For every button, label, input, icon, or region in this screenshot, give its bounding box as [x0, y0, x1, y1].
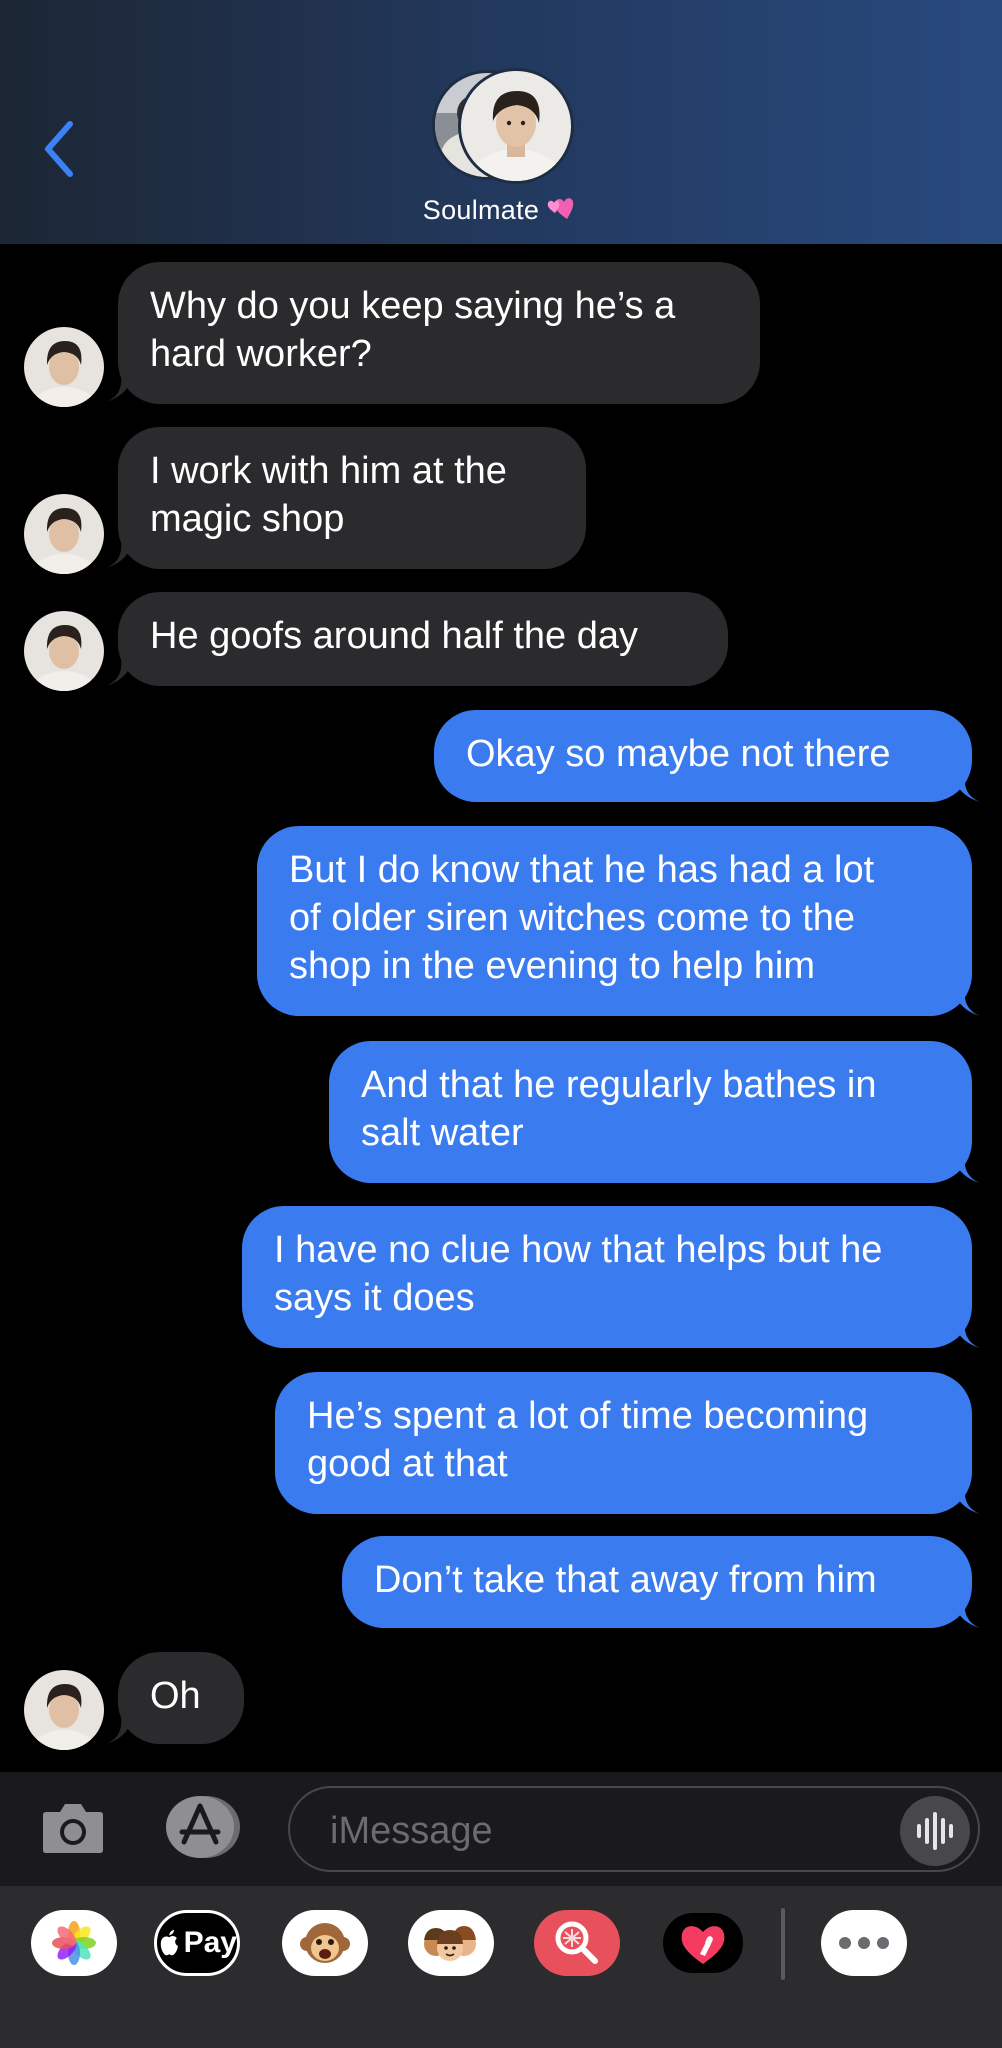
sender-avatar — [24, 611, 104, 691]
outgoing-bubble-tail — [952, 1149, 980, 1183]
outgoing-bubble-tail — [952, 768, 980, 802]
sender-avatar — [24, 327, 104, 407]
outgoing-bubble-tail — [952, 982, 980, 1016]
outgoing-bubble-tail — [952, 1480, 980, 1514]
incoming-bubble-tail — [106, 368, 134, 402]
more-apps-icon[interactable] — [821, 1910, 907, 1976]
incoming-message-bubble[interactable]: He goofs around half the day — [118, 592, 728, 686]
outgoing-message-bubble[interactable]: He’s spent a lot of time becoming good a… — [275, 1372, 972, 1514]
contact-name-label: Soulmate — [422, 195, 540, 225]
photos-app-icon[interactable] — [31, 1910, 117, 1976]
outgoing-message-bubble[interactable]: I have no clue how that helps but he say… — [242, 1206, 972, 1348]
apple-pay-app-icon[interactable]: Pay — [154, 1910, 240, 1976]
apple-logo-icon — [160, 1929, 178, 1956]
two-hearts-icon — [545, 193, 579, 230]
conversation-header: Soulmate — [0, 0, 1002, 244]
message-composer: iMessage — [0, 1772, 1002, 1886]
images-search-icon[interactable] — [534, 1910, 620, 1976]
incoming-bubble-tail — [106, 652, 134, 686]
digital-touch-icon[interactable] — [660, 1910, 746, 1976]
outgoing-message-bubble[interactable]: Okay so maybe not there — [434, 710, 972, 802]
incoming-message-bubble[interactable]: Why do you keep saying he’s a hard worke… — [118, 262, 760, 404]
voice-waveform-icon[interactable] — [900, 1796, 970, 1866]
outgoing-message-bubble[interactable]: But I do know that he has had a lot of o… — [257, 826, 972, 1016]
contact-avatar — [458, 68, 574, 184]
outgoing-bubble-tail — [952, 1594, 980, 1628]
outgoing-bubble-tail — [952, 1314, 980, 1348]
drawer-divider — [781, 1908, 785, 1980]
app-store-icon[interactable] — [160, 1794, 242, 1860]
app-drawer: Pay — [0, 1886, 1002, 2048]
contact-name[interactable]: Soulmate — [0, 193, 1002, 230]
memoji-stickers-icon[interactable] — [408, 1910, 494, 1976]
animoji-monkey-icon[interactable] — [282, 1910, 368, 1976]
camera-icon[interactable] — [40, 1796, 106, 1858]
contact-avatar-group[interactable] — [432, 68, 574, 184]
imessage-placeholder: iMessage — [330, 1810, 493, 1852]
incoming-bubble-tail — [106, 1710, 134, 1744]
incoming-message-bubble[interactable]: I work with him at the magic shop — [118, 427, 586, 569]
apple-pay-label: Pay — [183, 1926, 237, 1959]
sender-avatar — [24, 1670, 104, 1750]
outgoing-message-bubble[interactable]: And that he regularly bathes in salt wat… — [329, 1041, 972, 1183]
imessage-input[interactable]: iMessage — [288, 1786, 980, 1872]
sender-avatar — [24, 494, 104, 574]
back-chevron-icon[interactable] — [40, 118, 80, 180]
outgoing-message-bubble[interactable]: Don’t take that away from him — [342, 1536, 972, 1628]
incoming-bubble-tail — [106, 534, 134, 568]
